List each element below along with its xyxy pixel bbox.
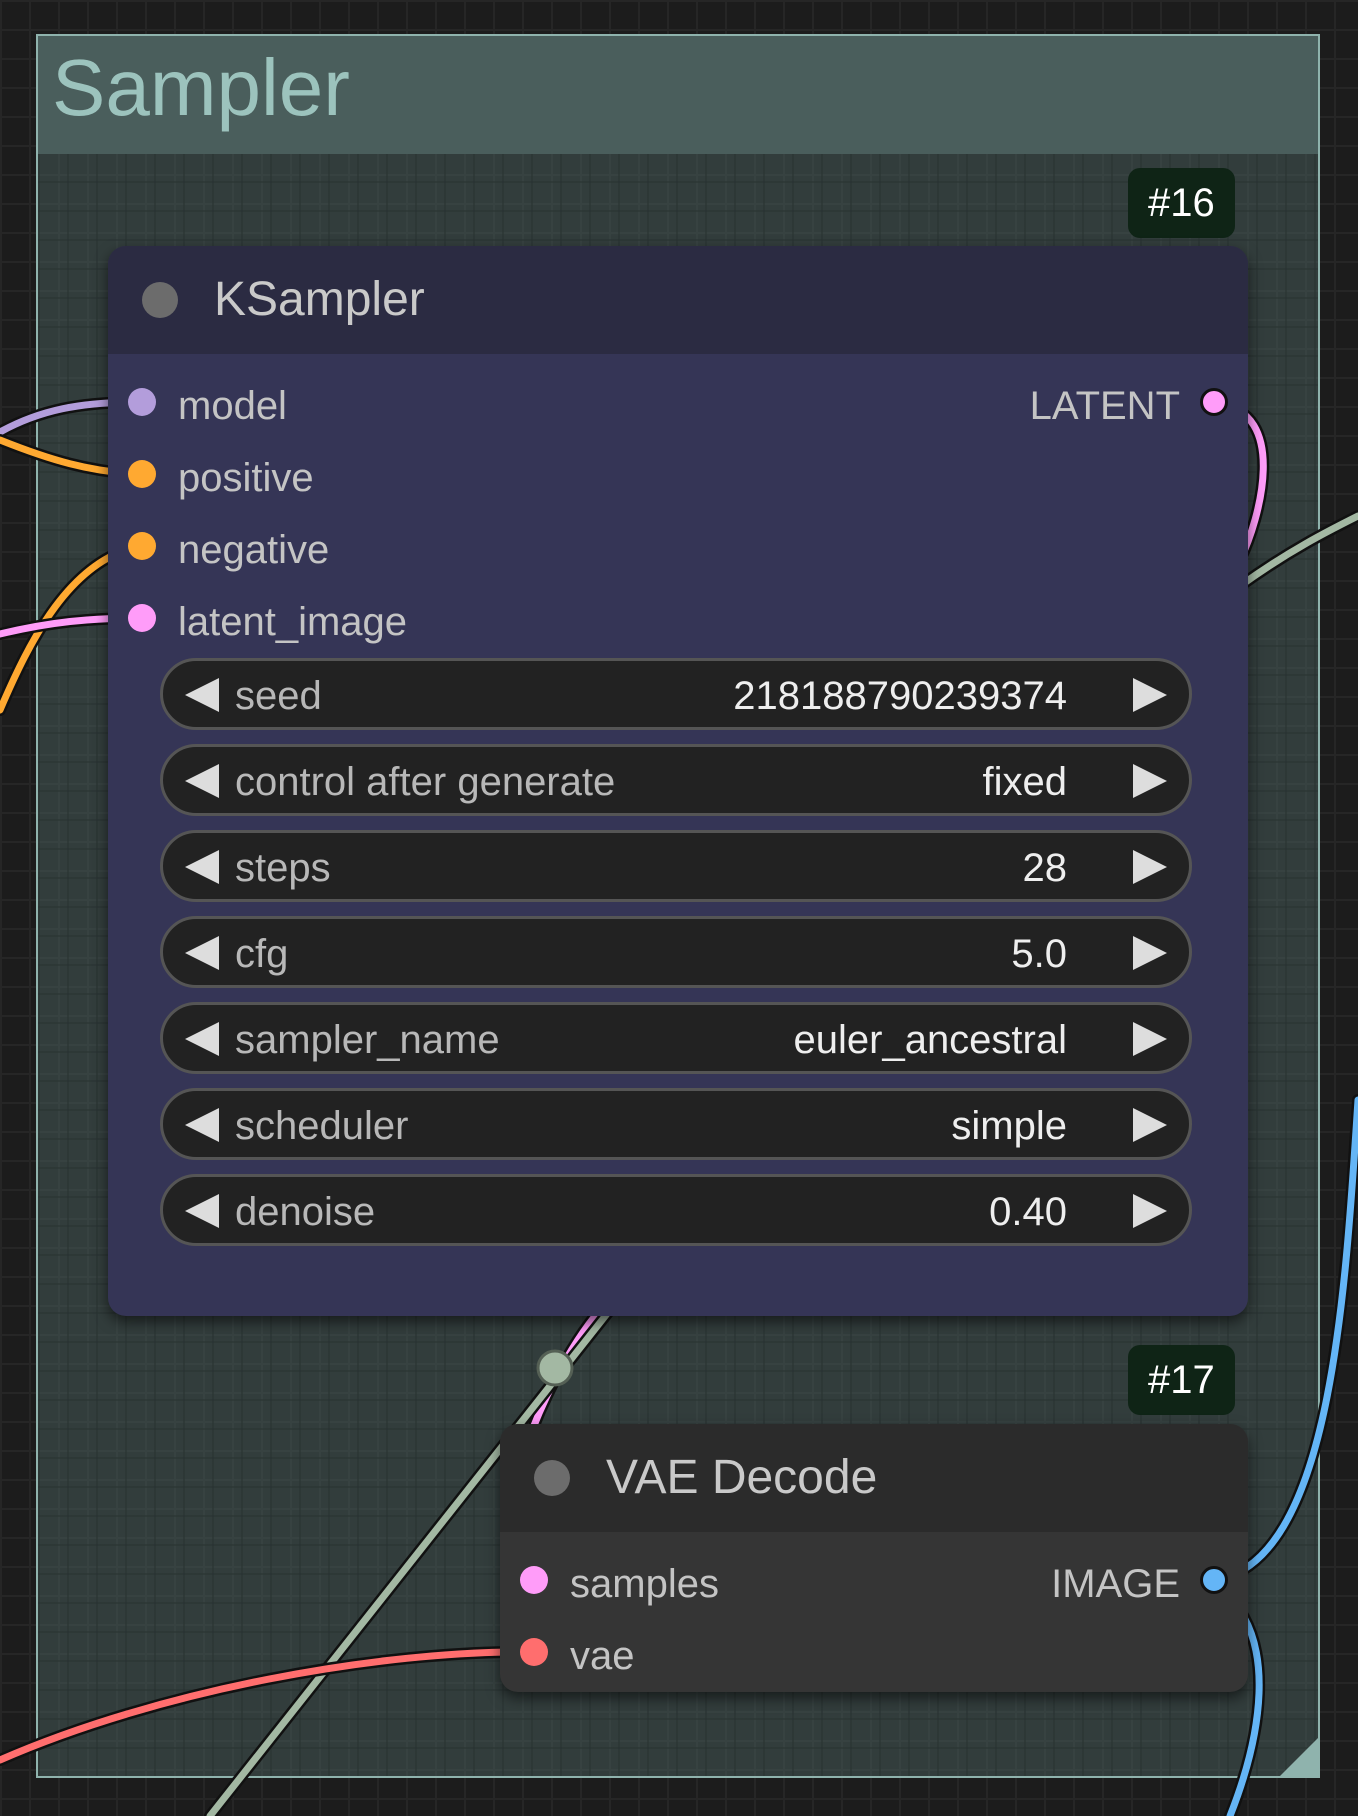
widget-cfg[interactable]: cfg 5.0 <box>160 916 1192 988</box>
decrement-arrow-icon[interactable] <box>185 936 219 970</box>
widget-sampler-name[interactable]: sampler_name euler_ancestral <box>160 1002 1192 1074</box>
output-slot-image[interactable] <box>1200 1566 1228 1594</box>
decrement-arrow-icon[interactable] <box>185 850 219 884</box>
input-slot-positive[interactable] <box>128 460 156 488</box>
widget-label: control after generate <box>235 760 616 804</box>
widget-label: scheduler <box>235 1104 409 1148</box>
vae-decode-id-badge: #17 <box>1128 1345 1235 1415</box>
vae-decode-node[interactable]: VAE Decode samples vae IMAGE <box>500 1424 1248 1692</box>
widget-label: steps <box>235 846 331 890</box>
input-slot-model[interactable] <box>128 388 156 416</box>
input-slot-samples[interactable] <box>520 1566 548 1594</box>
widget-value: 28 <box>1022 846 1068 890</box>
decrement-arrow-icon[interactable] <box>185 764 219 798</box>
decrement-arrow-icon[interactable] <box>185 1194 219 1228</box>
input-label-positive: positive <box>178 456 314 500</box>
widget-label: denoise <box>235 1190 376 1234</box>
input-label-negative: negative <box>178 528 330 572</box>
ksampler-id-badge: #16 <box>1128 168 1235 238</box>
increment-arrow-icon[interactable] <box>1133 1022 1167 1056</box>
increment-arrow-icon[interactable] <box>1133 850 1167 884</box>
group-resize-handle[interactable] <box>1280 1738 1318 1776</box>
widget-seed[interactable]: seed 218188790239374 <box>160 658 1192 730</box>
decrement-arrow-icon[interactable] <box>185 678 219 712</box>
widget-label: sampler_name <box>235 1018 500 1062</box>
input-label-latent-image: latent_image <box>178 600 408 644</box>
output-label-image: IMAGE <box>1051 1562 1180 1606</box>
ksampler-header[interactable]: KSampler <box>108 246 1248 354</box>
output-slot-latent[interactable] <box>1200 388 1228 416</box>
input-label-vae: vae <box>570 1634 635 1678</box>
widget-value: simple <box>951 1104 1067 1148</box>
increment-arrow-icon[interactable] <box>1133 936 1167 970</box>
increment-arrow-icon[interactable] <box>1133 1108 1167 1142</box>
widget-label: cfg <box>235 932 289 976</box>
increment-arrow-icon[interactable] <box>1133 1194 1167 1228</box>
widget-scheduler[interactable]: scheduler simple <box>160 1088 1192 1160</box>
input-label-model: model <box>178 384 287 428</box>
input-slot-vae[interactable] <box>520 1638 548 1666</box>
increment-arrow-icon[interactable] <box>1133 764 1167 798</box>
collapse-toggle-icon[interactable] <box>142 282 178 318</box>
decrement-arrow-icon[interactable] <box>185 1022 219 1056</box>
output-label-latent: LATENT <box>1029 384 1180 428</box>
widget-value: 218188790239374 <box>733 674 1067 718</box>
widget-value: 5.0 <box>1011 932 1067 976</box>
decrement-arrow-icon[interactable] <box>185 1108 219 1142</box>
widget-value: fixed <box>982 760 1068 804</box>
widget-control-after-generate[interactable]: control after generate fixed <box>160 744 1192 816</box>
collapse-toggle-icon[interactable] <box>534 1460 570 1496</box>
input-slot-latent-image[interactable] <box>128 604 156 632</box>
input-label-samples: samples <box>570 1562 719 1606</box>
widget-steps[interactable]: steps 28 <box>160 830 1192 902</box>
vae-decode-header[interactable]: VAE Decode <box>500 1424 1248 1532</box>
group-title: Sampler <box>52 43 350 132</box>
input-slot-negative[interactable] <box>128 532 156 560</box>
widget-label: seed <box>235 674 322 718</box>
increment-arrow-icon[interactable] <box>1133 678 1167 712</box>
widget-value: 0.40 <box>989 1190 1067 1234</box>
group-header[interactable]: Sampler <box>38 36 1318 154</box>
widget-denoise[interactable]: denoise 0.40 <box>160 1174 1192 1246</box>
vae-decode-title: VAE Decode <box>606 1451 878 1504</box>
ksampler-title: KSampler <box>214 273 425 326</box>
widget-value: euler_ancestral <box>793 1018 1068 1062</box>
